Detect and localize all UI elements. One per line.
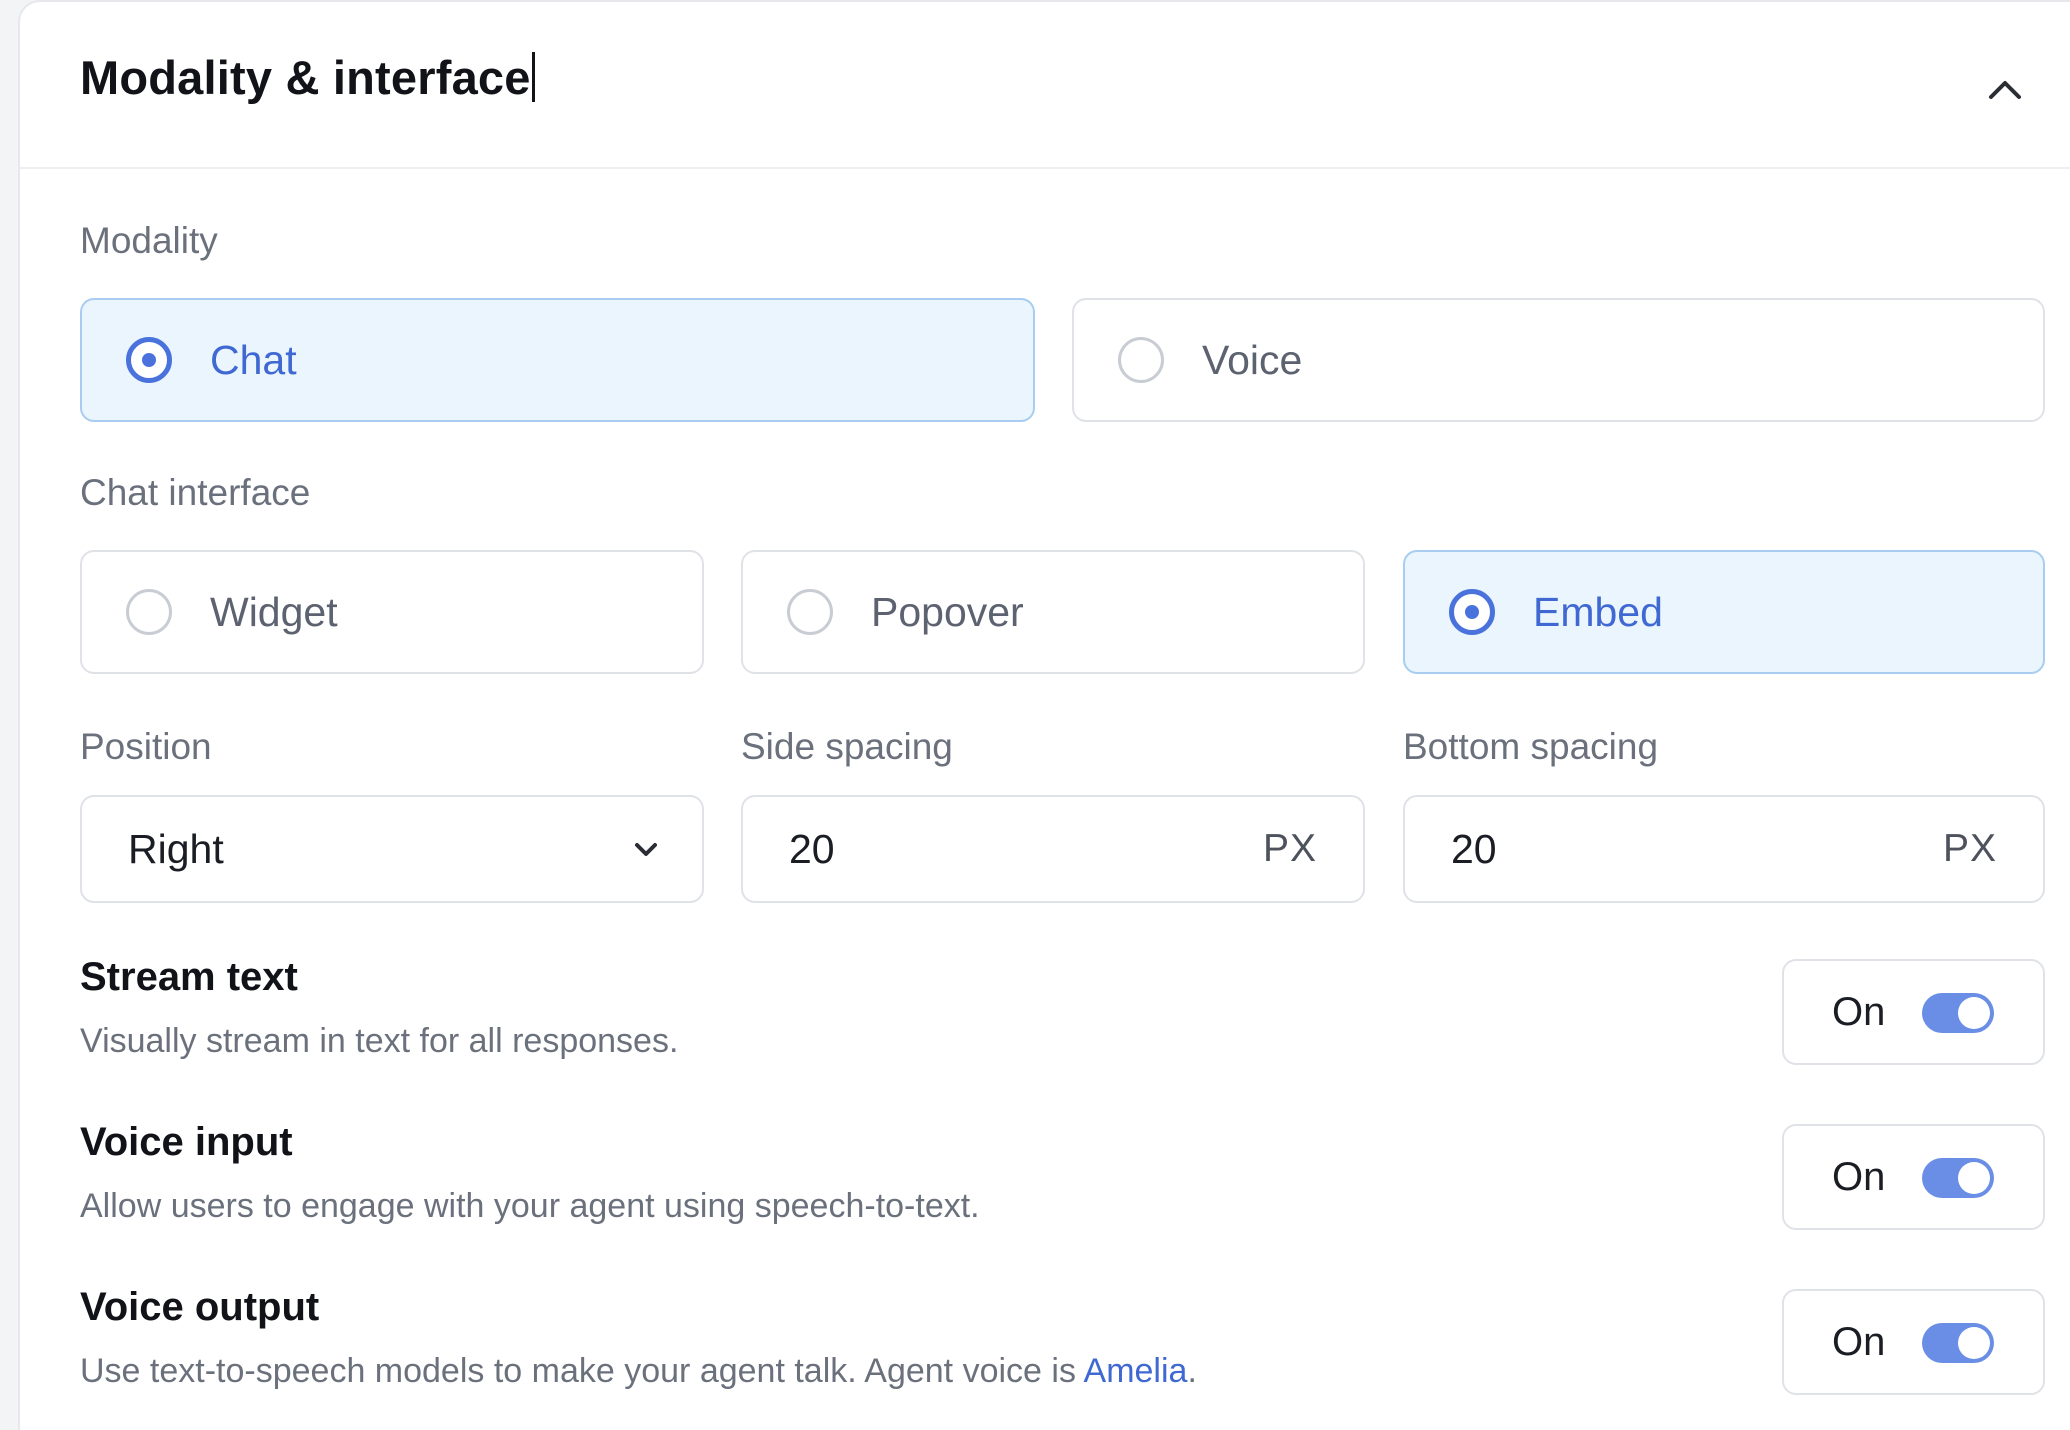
toggle-state-label: On: [1832, 1155, 1886, 1199]
voice-input-description: Allow users to engage with your agent us…: [80, 1187, 980, 1225]
radio-unselected-icon: [787, 589, 833, 635]
option-label: Popover: [871, 589, 1024, 635]
option-label: Embed: [1533, 589, 1663, 635]
panel-header: Modality & interface: [20, 2, 2070, 169]
bottom-spacing-label: Bottom spacing: [1403, 726, 1659, 767]
side-spacing-unit: PX: [1262, 827, 1317, 870]
chevron-down-icon: [635, 843, 657, 856]
voice-output-description: Use text-to-speech models to make your a…: [80, 1352, 1197, 1390]
toggle-switch[interactable]: [1922, 1323, 1994, 1363]
chat-interface-option-popover[interactable]: Popover: [741, 550, 1365, 674]
chat-interface-option-embed[interactable]: Embed: [1403, 550, 2045, 674]
position-select[interactable]: Right: [80, 795, 704, 903]
stream-text-toggle[interactable]: On: [1782, 959, 2045, 1065]
voice-output-toggle[interactable]: On: [1782, 1289, 2045, 1395]
voice-input-title: Voice input: [80, 1120, 293, 1164]
agent-voice-link[interactable]: Amelia: [1084, 1352, 1188, 1390]
chevron-up-icon: [1989, 81, 2021, 99]
modality-label: Modality: [80, 220, 218, 261]
radio-unselected-icon: [1118, 337, 1164, 383]
bottom-spacing-value: 20: [1451, 826, 1497, 872]
side-spacing-input[interactable]: 20 PX: [741, 795, 1365, 903]
radio-selected-icon: [1449, 589, 1495, 635]
stream-text-description: Visually stream in text for all response…: [80, 1022, 679, 1060]
bottom-spacing-unit: PX: [1942, 827, 1997, 870]
text-cursor: [531, 52, 535, 102]
side-spacing-label: Side spacing: [741, 726, 953, 767]
toggle-state-label: On: [1832, 990, 1886, 1034]
option-label: Chat: [210, 337, 297, 383]
toggle-thumb: [1958, 997, 1990, 1029]
modality-option-chat[interactable]: Chat: [80, 298, 1035, 422]
panel-title[interactable]: Modality & interface: [80, 50, 535, 106]
modality-option-voice[interactable]: Voice: [1072, 298, 2045, 422]
option-label: Voice: [1202, 337, 1303, 383]
radio-unselected-icon: [126, 589, 172, 635]
side-spacing-value: 20: [789, 826, 835, 872]
stream-text-title: Stream text: [80, 955, 298, 999]
position-value: Right: [128, 826, 224, 872]
bottom-spacing-input[interactable]: 20 PX: [1403, 795, 2045, 903]
collapse-button[interactable]: [1975, 62, 2035, 116]
chat-interface-option-widget[interactable]: Widget: [80, 550, 704, 674]
toggle-state-label: On: [1832, 1320, 1886, 1364]
modality-interface-panel: Modality & interface Modality Chat Voice…: [18, 0, 2070, 1430]
toggle-switch[interactable]: [1922, 1158, 1994, 1198]
voice-input-toggle[interactable]: On: [1782, 1124, 2045, 1230]
position-label: Position: [80, 726, 212, 767]
toggle-thumb: [1958, 1327, 1990, 1359]
option-label: Widget: [210, 589, 338, 635]
toggle-thumb: [1958, 1162, 1990, 1194]
chat-interface-label: Chat interface: [80, 472, 311, 513]
radio-selected-icon: [126, 337, 172, 383]
toggle-switch[interactable]: [1922, 993, 1994, 1033]
voice-output-title: Voice output: [80, 1285, 320, 1329]
